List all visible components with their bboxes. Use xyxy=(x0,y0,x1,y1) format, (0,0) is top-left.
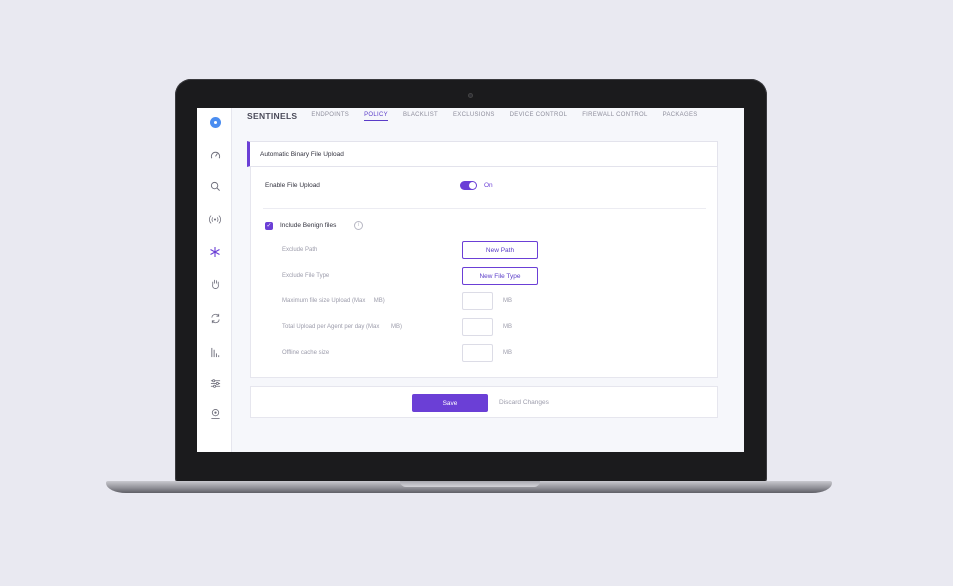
settings-icon[interactable] xyxy=(205,373,225,393)
tab-endpoints[interactable]: ENDPOINTS xyxy=(311,112,349,120)
section-header: Automatic Binary File Upload xyxy=(247,141,718,167)
broadcast-icon[interactable] xyxy=(205,209,225,229)
total-upload-label: Total Upload per Agent per day (Max MB) xyxy=(282,324,403,330)
offline-cache-input[interactable] xyxy=(462,344,493,362)
total-upload-input[interactable] xyxy=(462,318,493,336)
hand-icon[interactable] xyxy=(205,274,225,294)
sentinels-icon[interactable] xyxy=(205,242,225,262)
top-nav: SENTINELS ENDPOINTS POLICY BLACKLIST EXC… xyxy=(247,108,713,124)
logo-icon[interactable] xyxy=(205,112,225,132)
enable-upload-label: Enable File Upload xyxy=(265,182,320,189)
user-icon[interactable] xyxy=(205,404,225,424)
toggle-state-label: On xyxy=(484,182,493,189)
new-path-button[interactable]: New Path xyxy=(462,241,538,259)
offline-cache-unit: MB xyxy=(503,350,512,356)
offline-cache-label: Offline cache size xyxy=(282,350,330,356)
exclude-file-type-label: Exclude File Type xyxy=(282,273,330,279)
dashboard-icon[interactable] xyxy=(205,145,225,165)
exclude-path-label: Exclude Path xyxy=(282,247,318,253)
nav-title: SENTINELS xyxy=(247,111,298,121)
tab-policy[interactable]: POLICY xyxy=(364,112,388,121)
new-file-type-button[interactable]: New File Type xyxy=(462,267,538,285)
action-footer: Save Discard Changes xyxy=(250,386,718,418)
section-title: Automatic Binary File Upload xyxy=(260,150,344,158)
include-benign-checkbox[interactable]: ✓ xyxy=(265,222,273,230)
enable-upload-toggle[interactable] xyxy=(460,181,477,190)
analytics-icon[interactable] xyxy=(205,342,225,362)
sync-icon[interactable] xyxy=(205,308,225,328)
max-file-size-input[interactable] xyxy=(462,292,493,310)
tab-firewall-control[interactable]: FIREWALL CONTROL xyxy=(582,112,647,120)
laptop-notch xyxy=(400,481,540,487)
max-file-size-unit: MB xyxy=(503,298,512,304)
search-icon[interactable] xyxy=(205,176,225,196)
discard-changes-link[interactable]: Discard Changes xyxy=(499,399,549,406)
app-screen: SENTINELS ENDPOINTS POLICY BLACKLIST EXC… xyxy=(197,108,744,452)
settings-card: Enable File Upload On ✓ Include Benign f… xyxy=(250,167,718,378)
total-upload-unit: MB xyxy=(503,324,512,330)
tab-device-control[interactable]: DEVICE CONTROL xyxy=(510,112,568,120)
max-file-size-label: Maximum file size Upload (Max MB) xyxy=(282,298,385,304)
save-button[interactable]: Save xyxy=(412,394,488,412)
include-benign-label: Include Benign files xyxy=(280,222,337,229)
divider xyxy=(263,208,706,209)
tab-exclusions[interactable]: EXCLUSIONS xyxy=(453,112,495,120)
tab-blacklist[interactable]: BLACKLIST xyxy=(403,112,438,120)
info-icon[interactable]: i xyxy=(354,221,363,230)
sidebar xyxy=(197,108,232,452)
tab-packages[interactable]: PACKAGES xyxy=(663,112,698,120)
camera xyxy=(468,93,473,98)
